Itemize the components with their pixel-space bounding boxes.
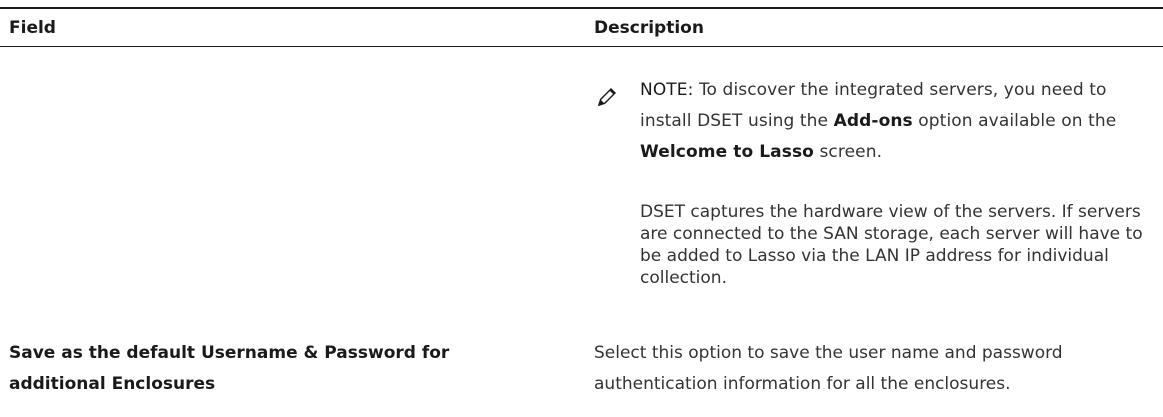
add-ons-term: Add-ons [833,111,913,131]
header-rule [0,46,1163,47]
note-text-part: option available on the [912,111,1117,131]
pencil-note-icon [595,85,619,109]
note-paragraph: DSET captures the hardware view of the s… [640,202,1143,288]
note-text: NOTE: To discover the integrated servers… [640,75,1160,168]
table-top-rule [0,7,1163,9]
description-column-header: Description [594,18,704,38]
row-description-save-default: Select this option to save the user name… [594,343,1063,394]
field-column-header: Field [9,18,56,38]
row-field-save-default: Save as the default Username & Password … [9,343,450,394]
welcome-to-lasso-term: Welcome to Lasso [640,142,814,162]
note-text-part: screen. [813,142,883,162]
note-label: NOTE: [640,80,694,100]
